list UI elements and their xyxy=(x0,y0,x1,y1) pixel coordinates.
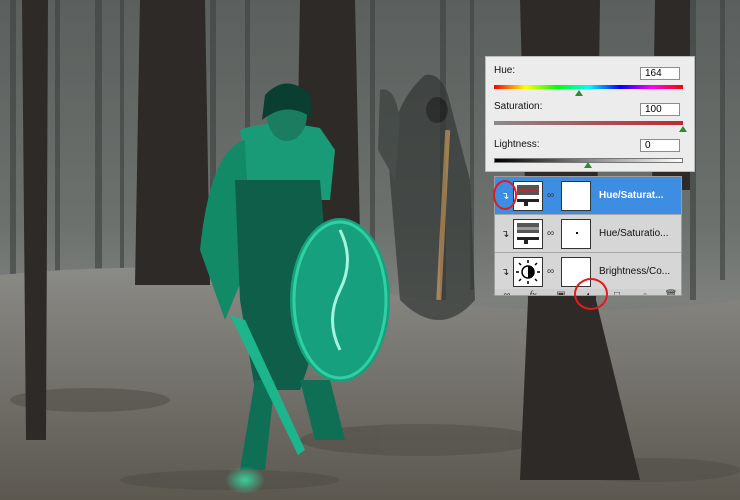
hue-label: Hue: xyxy=(494,65,516,76)
layer-name[interactable]: Hue/Saturatio... xyxy=(599,228,679,239)
link-layers-icon[interactable]: ∞ xyxy=(499,290,515,295)
hue-saturation-panel: Hue: 164 Saturation: 100 Lightness: 0 xyxy=(485,56,695,172)
layer-mask-thumbnail[interactable] xyxy=(561,181,591,211)
trash-icon[interactable]: 🗑 xyxy=(663,290,679,295)
hue-saturation-icon[interactable] xyxy=(513,219,543,249)
brightness-contrast-icon[interactable] xyxy=(513,257,543,287)
new-layer-icon[interactable]: ▫ xyxy=(637,290,653,295)
saturation-label: Saturation: xyxy=(494,101,543,112)
add-mask-icon[interactable]: ▣ xyxy=(553,290,569,295)
hue-slider-thumb[interactable] xyxy=(575,90,583,96)
saturation-slider-thumb[interactable] xyxy=(679,126,687,132)
chain-link-icon: ∞ xyxy=(547,266,555,277)
chain-link-icon: ∞ xyxy=(547,228,555,239)
hue-saturation-icon[interactable] xyxy=(513,181,543,211)
saturation-value-field[interactable]: 100 xyxy=(640,103,680,116)
lightness-slider-thumb[interactable] xyxy=(584,162,592,168)
hue-value-field[interactable]: 164 xyxy=(640,67,680,80)
clipping-arrow-icon: ↴ xyxy=(501,267,510,278)
adjustment-highlight-circle xyxy=(574,278,608,310)
group-folder-icon[interactable]: □ xyxy=(609,290,625,295)
fx-icon[interactable]: fx xyxy=(525,290,541,295)
lightness-value-field[interactable]: 0 xyxy=(640,139,680,152)
layer-row-hue-saturation-2[interactable]: ↴ ∞ Hue/Saturatio... xyxy=(495,215,681,253)
clipping-highlight-circle xyxy=(493,180,517,210)
hue-slider-track[interactable] xyxy=(494,85,683,89)
lightness-label: Lightness: xyxy=(494,139,540,150)
layer-mask-thumbnail[interactable] xyxy=(561,219,591,249)
layer-row-hue-saturation-1[interactable]: ↴ ∞ Hue/Saturat... xyxy=(495,177,681,215)
layer-name[interactable]: Brightness/Co... xyxy=(599,266,679,277)
layer-name[interactable]: Hue/Saturat... xyxy=(599,190,679,201)
clipping-arrow-icon: ↴ xyxy=(501,229,510,240)
saturation-slider-track[interactable] xyxy=(494,121,683,125)
chain-link-icon: ∞ xyxy=(547,190,555,201)
